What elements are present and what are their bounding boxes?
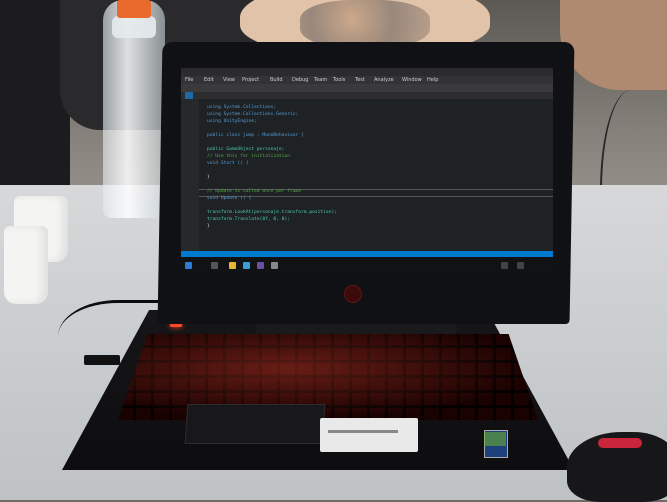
editor-tab-active[interactable] bbox=[185, 92, 193, 99]
browser-icon[interactable] bbox=[243, 262, 250, 269]
menu-item[interactable]: File bbox=[185, 76, 193, 84]
sticker-barcode bbox=[328, 430, 398, 433]
menu-item[interactable]: Window bbox=[402, 76, 422, 84]
clock-icon bbox=[517, 262, 524, 269]
start-icon[interactable] bbox=[185, 262, 192, 269]
code-line: } bbox=[207, 175, 210, 180]
code-line: public class jump : MonoBehaviour { bbox=[207, 133, 304, 138]
folder-icon[interactable] bbox=[229, 262, 236, 269]
menu-item[interactable]: View bbox=[223, 76, 235, 84]
brand-logo-icon bbox=[344, 285, 362, 303]
code-line: transform.Translate(0f, 0, 0); bbox=[207, 217, 290, 222]
water-bottle-neck bbox=[112, 16, 156, 38]
editor-tabs bbox=[181, 92, 553, 99]
code-line: using UnityEngine; bbox=[207, 119, 257, 124]
menu-item[interactable]: Project bbox=[242, 76, 259, 84]
menu-item[interactable]: Team bbox=[314, 76, 327, 84]
menu-item[interactable]: Test bbox=[355, 76, 365, 84]
menu-bar: File Edit View Project Build Debug Team Tools Te… bbox=[181, 76, 553, 84]
product-sticker bbox=[320, 418, 418, 452]
menu-item[interactable]: Build bbox=[270, 76, 283, 84]
paper-cup bbox=[4, 226, 48, 304]
unity-icon[interactable] bbox=[271, 262, 278, 269]
code-line: void Start () { bbox=[207, 161, 249, 166]
code-line: } bbox=[207, 224, 210, 229]
taskbar bbox=[181, 257, 553, 274]
mouse-accent bbox=[598, 438, 642, 448]
code-line: // Update is called once per frame bbox=[207, 189, 302, 194]
tattoo bbox=[300, 0, 430, 48]
window-titlebar bbox=[181, 68, 553, 76]
code-line: using System.Collections.Generic; bbox=[207, 112, 299, 117]
code-editor[interactable]: using System.Collections; using System.Co… bbox=[199, 99, 553, 251]
charger-plug bbox=[84, 355, 120, 365]
code-line: // Use this for initialization bbox=[207, 154, 290, 159]
menu-item[interactable]: Tools bbox=[333, 76, 345, 84]
touchpad[interactable] bbox=[184, 404, 326, 444]
menu-item[interactable]: Analyze bbox=[374, 76, 394, 84]
code-line: void Update () { bbox=[207, 196, 252, 201]
menu-item[interactable]: Edit bbox=[204, 76, 214, 84]
code-line: public GameObject personaje; bbox=[207, 147, 285, 152]
tray-icon bbox=[501, 262, 508, 269]
gpu-sticker bbox=[484, 432, 506, 446]
line-gutter bbox=[181, 99, 199, 251]
bottle-cap bbox=[117, 0, 151, 18]
search-icon[interactable] bbox=[211, 262, 218, 269]
code-line: transform.LookAt(personaje.transform.pos… bbox=[207, 210, 337, 215]
visual-studio-icon[interactable] bbox=[257, 262, 264, 269]
keyboard-backlight bbox=[118, 334, 538, 420]
laptop-screen: File Edit View Project Build Debug Team Tools Te… bbox=[181, 68, 553, 274]
menu-item[interactable]: Debug bbox=[292, 76, 308, 84]
menu-item[interactable]: Help bbox=[427, 76, 438, 84]
code-line: using System.Collections; bbox=[207, 105, 277, 110]
toolbar bbox=[181, 84, 553, 92]
